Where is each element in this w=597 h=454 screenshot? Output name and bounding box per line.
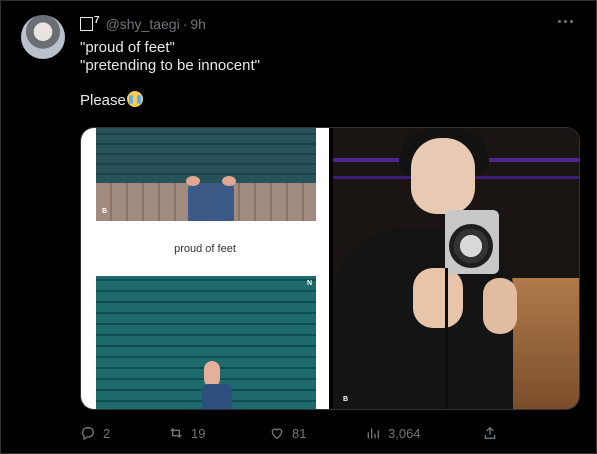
- retweet-count: 19: [191, 425, 206, 441]
- reply-button[interactable]: 2: [80, 425, 110, 441]
- tweet-header: 7 @shy_taegi · 9h: [80, 15, 206, 33]
- tweet-line-3: Please: [80, 89, 260, 109]
- display-name-box-icon[interactable]: [80, 17, 93, 31]
- retweet-button[interactable]: 19: [168, 425, 205, 441]
- share-icon: [484, 426, 496, 439]
- like-button[interactable]: 81: [269, 425, 306, 441]
- media-grid: B proud of feet N B: [80, 127, 580, 410]
- views-button[interactable]: 3,064: [365, 425, 421, 441]
- views-count: 3,064: [388, 425, 421, 441]
- photo-deck-feet: B: [96, 128, 316, 221]
- views-icon: [367, 428, 379, 439]
- reply-count: 2: [103, 425, 111, 441]
- photo-pool-feet: N: [96, 276, 316, 409]
- left-logo: B: [102, 208, 108, 215]
- display-name-suffix[interactable]: 7: [94, 15, 100, 26]
- action-bar: 2 19 81 3,064: [80, 425, 500, 441]
- tweet-text: "proud of feet" "pretending to be innoce…: [80, 39, 260, 109]
- closing-word: Please: [80, 92, 126, 109]
- top-right-mark: N: [306, 280, 312, 287]
- loudly-crying-face-icon: [126, 91, 143, 107]
- retweet-icon: [170, 428, 182, 438]
- separator-dot: ·: [182, 16, 188, 32]
- heart-icon: [271, 428, 283, 440]
- tweet-line-1: "proud of feet": [80, 39, 175, 56]
- timestamp[interactable]: 9h: [190, 16, 206, 32]
- share-button[interactable]: [482, 425, 498, 441]
- handle[interactable]: @shy_taegi: [106, 16, 180, 32]
- image-caption: proud of feet: [174, 243, 236, 255]
- tweet-card[interactable]: 7 @shy_taegi · 9h "proud of feet" "prete…: [0, 0, 597, 454]
- tweet-line-2: "pretending to be innocent": [80, 57, 260, 74]
- media-left-image[interactable]: B proud of feet N: [81, 128, 329, 409]
- avatar[interactable]: [21, 15, 65, 59]
- more-options-icon[interactable]: [558, 15, 578, 27]
- media-right-image[interactable]: B: [333, 128, 579, 409]
- like-count: 81: [292, 425, 307, 441]
- right-logo: B: [343, 396, 349, 403]
- reply-icon: [81, 427, 94, 441]
